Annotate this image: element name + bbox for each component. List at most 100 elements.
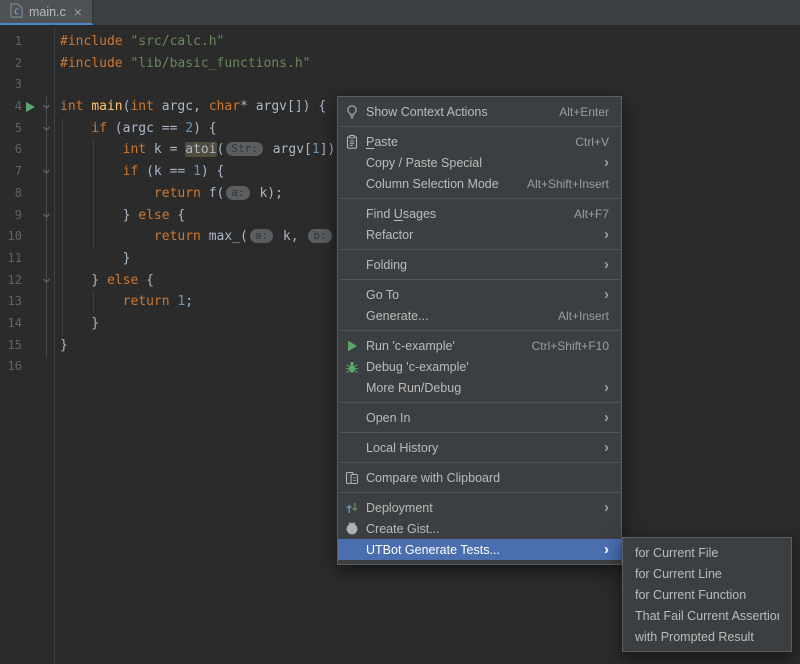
code-token: ( [217,142,225,157]
run-icon[interactable] [26,102,35,112]
utbot-generate-tests-submenu: for Current Filefor Current Line for Curr… [622,537,792,652]
code-token: } [60,251,130,266]
code-token: { [170,208,186,223]
menu-item-label: Show Context Actions [366,105,541,119]
menu-item-folding[interactable]: Folding› [338,254,621,275]
c-file-icon: C [10,3,23,21]
icon-spacer [344,440,360,456]
menu-item-generate[interactable]: Generate...Alt+Insert [338,305,621,326]
menu-item-create-gist[interactable]: Create Gist... [338,518,621,539]
menu-item-debug-c-example[interactable]: Debug 'c-example' [338,356,621,377]
run-gutter-cell[interactable] [22,96,38,118]
line-number[interactable]: 16 [0,356,22,378]
lightbulb-icon [344,104,360,120]
menu-item-for-current-line[interactable]: for Current Line [623,563,791,584]
code-token: int [60,99,83,114]
code-token: #include [60,34,123,49]
line-number[interactable]: 3 [0,74,22,96]
line-number[interactable]: 4 [0,96,22,118]
menu-item-label: for Current Function [635,588,779,602]
line-number[interactable]: 6 [0,139,22,161]
menu-item-utbot-generate-tests[interactable]: UTBot Generate Tests...› [338,539,621,560]
line-number[interactable]: 15 [0,335,22,357]
menu-item-label: Deployment [366,501,586,515]
gutter-cell [22,356,38,378]
icon-spacer [344,257,360,273]
menu-separator [339,249,620,250]
gutter-cell [22,291,38,313]
code-token: int [123,142,146,157]
icon-spacer [344,410,360,426]
code-token [60,121,91,136]
submenu-arrow-icon: › [604,227,609,242]
code-line[interactable]: 2 #include "lib/basic_functions.h" [0,53,800,75]
fold-icon[interactable] [38,205,54,227]
menu-item-deployment[interactable]: Deployment › [338,497,621,518]
menu-item-open-in[interactable]: Open In› [338,407,621,428]
paste-icon [344,134,360,150]
menu-item-that-fail-current-assertion[interactable]: That Fail Current Assertion [623,605,791,626]
fold-cell [38,335,54,357]
code-token [60,142,123,157]
code-text: #include "lib/basic_functions.h" [60,53,800,75]
submenu-arrow-icon: › [604,155,609,170]
menu-item-compare-with-clipboard[interactable]: Compare with Clipboard [338,467,621,488]
fold-cell [38,248,54,270]
line-number[interactable]: 14 [0,313,22,335]
code-text [60,74,800,96]
menu-item-go-to[interactable]: Go To› [338,284,621,305]
menu-item-paste[interactable]: Paste Ctrl+V [338,131,621,152]
parameter-hint: a: [250,229,273,243]
code-line[interactable]: 1 #include "src/calc.h" [0,31,800,53]
code-text: #include "src/calc.h" [60,31,800,53]
submenu-arrow-icon: › [604,380,609,395]
code-token: main [91,99,122,114]
fold-icon[interactable] [38,270,54,292]
gutter-cell [22,74,38,96]
gutter-cell [22,31,38,53]
line-number[interactable]: 8 [0,183,22,205]
menu-item-run-c-example[interactable]: Run 'c-example'Ctrl+Shift+F10 [338,335,621,356]
fold-icon[interactable] [38,161,54,183]
line-number[interactable]: 13 [0,291,22,313]
menu-item-with-prompted-result[interactable]: with Prompted Result [623,626,791,647]
menu-item-column-selection-mode[interactable]: Column Selection ModeAlt+Shift+Insert [338,173,621,194]
line-number[interactable]: 2 [0,53,22,75]
icon-spacer [344,380,360,396]
fold-cell [38,356,54,378]
editor-tab-bar: C main.c × [0,0,800,26]
menu-item-local-history[interactable]: Local History› [338,437,621,458]
icon-spacer [344,206,360,222]
menu-shortcut: Ctrl+V [575,135,609,149]
tab-label: main.c [29,5,66,19]
code-token [60,186,154,201]
menu-item-find-usages[interactable]: Find UsagesAlt+F7 [338,203,621,224]
close-icon[interactable]: × [74,5,82,19]
line-number[interactable]: 10 [0,226,22,248]
line-number[interactable]: 1 [0,31,22,53]
icon-spacer [344,308,360,324]
line-number[interactable]: 5 [0,118,22,140]
code-line[interactable]: 3 [0,74,800,96]
line-number[interactable]: 7 [0,161,22,183]
tab-main-c[interactable]: C main.c × [0,0,93,25]
submenu-arrow-icon: › [604,500,609,515]
menu-item-label: Compare with Clipboard [366,471,609,485]
menu-item-show-context-actions[interactable]: Show Context ActionsAlt+Enter [338,101,621,122]
menu-item-label: Paste [366,135,557,149]
menu-item-for-current-file[interactable]: for Current File [623,542,791,563]
gutter-cell [22,313,38,335]
fold-icon[interactable] [38,96,54,118]
fold-icon[interactable] [38,118,54,140]
menu-item-for-current-function[interactable]: for Current Function [623,584,791,605]
line-number[interactable]: 9 [0,205,22,227]
menu-item-more-run-debug[interactable]: More Run/Debug› [338,377,621,398]
editor-context-menu: Show Context ActionsAlt+Enter Paste Ctrl+V… [337,96,622,565]
menu-item-refactor[interactable]: Refactor› [338,224,621,245]
line-number[interactable]: 11 [0,248,22,270]
menu-item-copy-paste-special[interactable]: Copy / Paste Special› [338,152,621,173]
line-number[interactable]: 12 [0,270,22,292]
fold-cell [38,74,54,96]
menu-item-label: UTBot Generate Tests... [366,543,586,557]
gutter-cell [22,205,38,227]
